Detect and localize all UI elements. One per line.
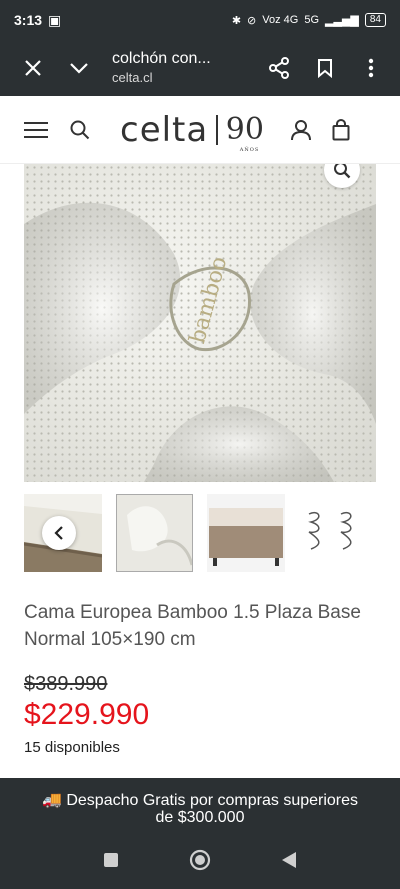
back-icon[interactable] bbox=[281, 851, 297, 874]
chevron-down-icon[interactable] bbox=[56, 40, 102, 96]
share-icon[interactable] bbox=[256, 40, 302, 96]
recents-icon[interactable] bbox=[103, 852, 119, 873]
browser-toolbar: colchón con... celta.cl bbox=[0, 40, 400, 96]
site-logo[interactable]: celta 90 AÑOS bbox=[120, 109, 264, 154]
product-price: $229.990 bbox=[24, 698, 150, 731]
signal-icon: ▂▃▅▇ bbox=[325, 14, 359, 27]
account-icon[interactable] bbox=[290, 119, 312, 141]
zoom-icon bbox=[334, 164, 351, 179]
notification-icon: ▣ bbox=[48, 11, 62, 28]
home-icon[interactable] bbox=[189, 849, 211, 876]
product-title: Cama Europea Bamboo 1.5 Plaza Base Norma… bbox=[24, 602, 361, 650]
bookmark-icon[interactable] bbox=[302, 40, 348, 96]
thumbnail-4[interactable] bbox=[298, 494, 377, 572]
logo-anniversary-sub: AÑOS bbox=[239, 147, 260, 153]
thumbnail-3[interactable] bbox=[207, 494, 285, 572]
network-label: Voz 4G bbox=[262, 14, 299, 26]
page-tab-title: colchón con... bbox=[112, 50, 211, 67]
browser-title-area[interactable]: colchón con... celta.cl bbox=[102, 49, 256, 87]
chevron-left-icon bbox=[54, 526, 63, 540]
thumbnail-strip bbox=[24, 494, 377, 572]
more-options-icon[interactable] bbox=[348, 40, 394, 96]
status-icons: ✱ ⊘ Voz 4G 5G ▂▃▅▇ 84 bbox=[232, 13, 386, 27]
bluetooth-icon: ✱ bbox=[231, 14, 242, 27]
link-icon: ⊘ bbox=[247, 14, 257, 27]
shipping-banner-line1: 🚚 Despacho Gratis por compras superiores bbox=[41, 792, 359, 809]
carousel-prev-button[interactable] bbox=[42, 516, 76, 550]
system-navigation-bar bbox=[0, 836, 400, 889]
product-old-price: $389.990 bbox=[24, 673, 108, 695]
logo-anniversary: 90 AÑOS bbox=[225, 112, 264, 153]
site-header: celta 90 AÑOS bbox=[0, 96, 400, 164]
thumbnail-2[interactable] bbox=[115, 494, 194, 572]
close-icon[interactable] bbox=[10, 40, 56, 96]
signal-label: 5G bbox=[304, 14, 320, 26]
search-icon[interactable] bbox=[70, 120, 90, 140]
logo-separator bbox=[216, 114, 218, 145]
product-main-image[interactable]: bamboo bbox=[24, 164, 376, 482]
menu-icon[interactable] bbox=[24, 121, 48, 139]
logo-wordmark: celta bbox=[120, 109, 209, 150]
status-time: 3:13 bbox=[14, 12, 43, 28]
shipping-banner: 🚚 Despacho Gratis por compras superiores… bbox=[0, 778, 400, 836]
cart-icon[interactable] bbox=[332, 118, 350, 141]
status-bar: 3:13 ▣ ✱ ⊘ Voz 4G 5G ▂▃▅▇ 84 bbox=[0, 0, 400, 40]
page-url: celta.cl bbox=[112, 70, 153, 85]
shipping-banner-line2: de $300.000 bbox=[155, 809, 245, 826]
battery-icon: 84 bbox=[364, 13, 386, 27]
logo-anniversary-number: 90 bbox=[225, 112, 264, 147]
product-stock: 15 disponibles bbox=[24, 739, 120, 756]
